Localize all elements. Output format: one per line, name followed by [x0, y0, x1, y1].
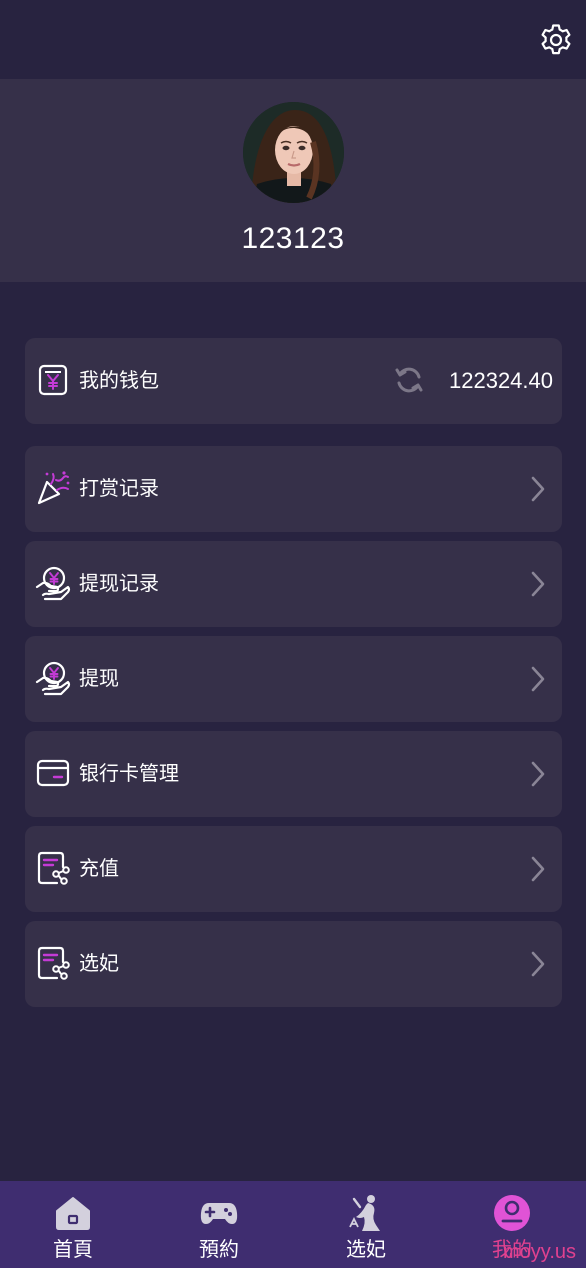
wallet-yen-icon: [35, 362, 71, 398]
tab-label: 选妃: [346, 1239, 386, 1261]
yen-hand-icon: [35, 660, 71, 696]
bottom-tab-bar: 首頁 預約 选妃 我的: [0, 1181, 586, 1268]
tab-select[interactable]: 选妃: [293, 1181, 439, 1268]
tab-label: 預約: [199, 1239, 239, 1261]
chevron-right-icon: [528, 475, 548, 503]
menu-item-label: 银行卡管理: [79, 763, 179, 785]
menu-item-withdraw-records[interactable]: 提现记录: [25, 541, 562, 627]
menu-item-label: 充值: [79, 858, 119, 880]
menu-item-bank-card[interactable]: 银行卡管理: [25, 731, 562, 817]
menu-item-reward-records[interactable]: 打赏记录: [25, 446, 562, 532]
party-popper-icon: [35, 470, 71, 506]
menu-item-label: 提现记录: [79, 573, 159, 595]
wallet-label: 我的钱包: [79, 370, 159, 392]
dancer-icon: [346, 1193, 386, 1233]
chevron-right-icon: [528, 855, 548, 883]
chevron-right-icon: [528, 665, 548, 693]
wallet-balance: 122324.40: [449, 368, 553, 393]
avatar[interactable]: [243, 102, 344, 203]
menu-item-label: 打赏记录: [79, 478, 159, 500]
watermark: moyy.us: [503, 1241, 576, 1263]
wallet-card[interactable]: 我的钱包 122324.40: [25, 338, 562, 424]
menu-item-label: 选妃: [79, 953, 119, 975]
avatar-photo: [243, 102, 344, 203]
menu-item-recharge[interactable]: 充值: [25, 826, 562, 912]
refresh-icon[interactable]: [393, 364, 425, 396]
top-bar: [0, 0, 586, 79]
chevron-right-icon: [528, 950, 548, 978]
settings-button[interactable]: [538, 22, 574, 58]
gamepad-icon: [199, 1193, 239, 1233]
tab-home[interactable]: 首頁: [0, 1181, 146, 1268]
user-circle-icon: [492, 1193, 532, 1233]
username: 123123: [241, 222, 345, 255]
bank-card-icon: [35, 755, 71, 791]
menu-item-withdraw[interactable]: 提现: [25, 636, 562, 722]
document-share-icon: [35, 945, 71, 981]
profile-header: 123123: [0, 79, 586, 282]
chevron-right-icon: [528, 760, 548, 788]
tab-label: 首頁: [53, 1239, 93, 1261]
menu-item-label: 提现: [79, 668, 119, 690]
home-icon: [53, 1193, 93, 1233]
profile-page: 123123 我的钱包 122324.40 打赏记录 提现记录 提现 银行卡管理…: [0, 0, 586, 1268]
menu-item-select-concubine[interactable]: 选妃: [25, 921, 562, 1007]
chevron-right-icon: [528, 570, 548, 598]
document-share-icon: [35, 850, 71, 886]
tab-booking[interactable]: 預約: [146, 1181, 292, 1268]
yen-hand-icon: [35, 565, 71, 601]
gear-icon: [541, 24, 571, 55]
